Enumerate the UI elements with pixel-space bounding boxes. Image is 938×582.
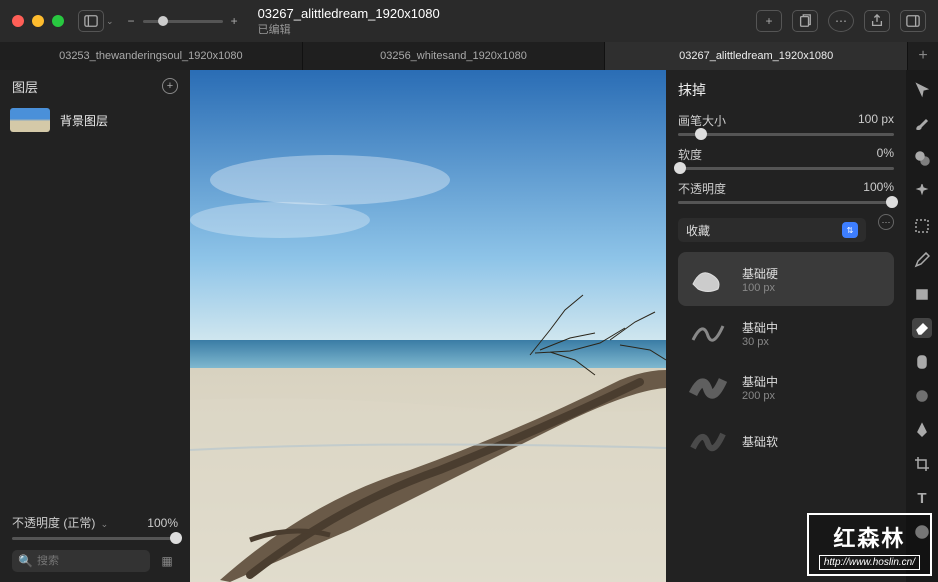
blur-tool-icon[interactable] [912,386,932,406]
brush-list: 基础硬100 px 基础中30 px 基础中200 px 基础软 [678,252,894,468]
titlebar: ⌄ − + 03267_alittledream_1920x1080 已编辑 +… [0,0,938,42]
brush-size-slider[interactable] [678,133,894,136]
brush-size-label: 画笔大小 [678,112,726,129]
brush-item-3[interactable]: 基础软 [678,414,894,468]
brush-opacity-slider[interactable] [678,201,894,204]
tools-toolbar: T [906,70,938,582]
document-title: 03267_alittledream_1920x1080 [258,6,756,21]
opacity-value: 100% [863,180,894,197]
canvas[interactable] [190,70,666,582]
softness-slider[interactable] [678,167,894,170]
tab-add-button[interactable]: + [908,42,938,70]
brush-preview-icon [686,370,730,404]
share-icon[interactable] [864,10,890,32]
tab-1[interactable]: 03256_whitesand_1920x1080 [303,42,606,70]
zoom-in-icon[interactable]: + [231,14,238,28]
brush-preview-icon [686,262,730,296]
marquee-tool-icon[interactable] [912,216,932,236]
shapes-tool-icon[interactable] [912,148,932,168]
heal-tool-icon[interactable] [912,352,932,372]
tab-2[interactable]: 03267_alittledream_1920x1080 [605,42,908,70]
watermark-text: 红森林 [819,521,920,553]
sidebar-toggle-icon[interactable] [78,10,104,32]
duplicate-icon[interactable] [792,10,818,32]
tool-options-panel: 抹掉 画笔大小 100 px 软度 0% 不透明度 100% 收藏 ⇅ ⋯ 基础硬10… [666,70,906,582]
opacity-label[interactable]: 不透明度 (正常) ⌄ [12,514,108,531]
brush-tool-icon[interactable] [912,114,932,134]
tab-0[interactable]: 03253_thewanderingsoul_1920x1080 [0,42,303,70]
bucket-tool-icon[interactable] [912,284,932,304]
dropdown-arrows-icon: ⇅ [842,222,858,238]
eraser-tool-icon[interactable] [912,318,932,338]
brush-preview-icon [686,316,730,350]
preset-dropdown[interactable]: 收藏 ⇅ [678,218,866,242]
view-grid-icon[interactable]: ▦ [156,550,178,572]
layers-title: 图层 [12,77,38,96]
tool-title: 抹掉 [678,80,894,100]
search-input[interactable]: 🔍 [12,550,150,572]
window-controls [12,15,64,27]
pen-tool-icon[interactable] [912,420,932,440]
add-button[interactable]: + [756,10,782,32]
document-status: 已编辑 [258,21,756,37]
minimize-window-button[interactable] [32,15,44,27]
softness-value: 0% [877,146,894,163]
preset-more-icon[interactable]: ⋯ [878,214,894,230]
arrow-tool-icon[interactable] [912,80,932,100]
document-tabs: 03253_thewanderingsoul_1920x1080 03256_w… [0,42,938,70]
crop-tool-icon[interactable] [912,454,932,474]
text-tool-icon[interactable]: T [912,488,932,508]
canvas-image [190,70,666,582]
zoom-slider[interactable] [143,20,223,23]
maximize-window-button[interactable] [52,15,64,27]
layer-opacity-slider[interactable] [12,537,178,540]
opacity-label: 不透明度 [678,180,726,197]
search-icon: 🔍 [18,554,33,568]
title-area: 03267_alittledream_1920x1080 已编辑 [258,6,756,37]
layer-item[interactable]: 背景图层 [0,102,190,138]
more-icon[interactable]: ⋯ [828,10,854,32]
layers-sidebar: 图层 + 背景图层 不透明度 (正常) ⌄ 100% 🔍 ▦ [0,70,190,582]
pencil-tool-icon[interactable] [912,250,932,270]
inspector-icon[interactable] [900,10,926,32]
wand-tool-icon[interactable] [912,182,932,202]
zoom-out-icon[interactable]: − [128,14,135,28]
layer-name: 背景图层 [60,112,108,129]
brush-preview-icon [686,424,730,458]
softness-label: 软度 [678,146,702,163]
add-layer-button[interactable]: + [162,78,178,94]
brush-item-0[interactable]: 基础硬100 px [678,252,894,306]
chevron-down-icon[interactable]: ⌄ [106,16,114,27]
watermark: 红森林 http://www.hoslin.cn/ [807,513,932,576]
watermark-url: http://www.hoslin.cn/ [819,555,920,570]
opacity-value: 100% [147,516,178,530]
layer-thumbnail [10,108,50,132]
brush-size-value: 100 px [858,112,894,129]
close-window-button[interactable] [12,15,24,27]
brush-item-2[interactable]: 基础中200 px [678,360,894,414]
brush-item-1[interactable]: 基础中30 px [678,306,894,360]
